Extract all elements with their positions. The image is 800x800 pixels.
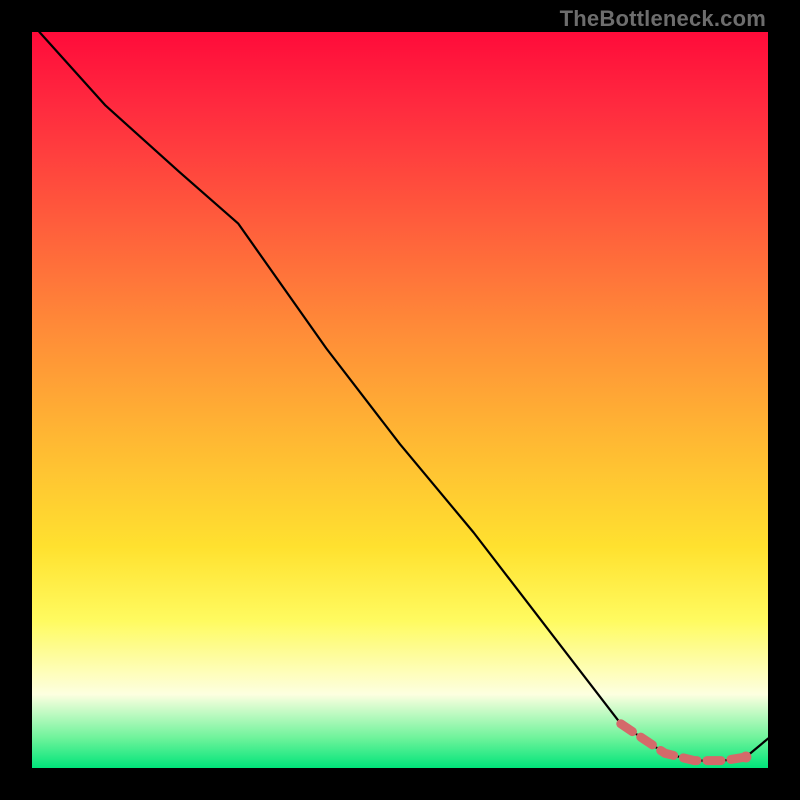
end-dot-icon xyxy=(740,752,751,763)
chart-frame: TheBottleneck.com xyxy=(0,0,800,800)
plot-area xyxy=(32,32,768,768)
curve-line xyxy=(39,32,768,761)
chart-svg xyxy=(32,32,768,768)
highlight-dash xyxy=(621,724,746,761)
watermark-text: TheBottleneck.com xyxy=(560,6,766,32)
